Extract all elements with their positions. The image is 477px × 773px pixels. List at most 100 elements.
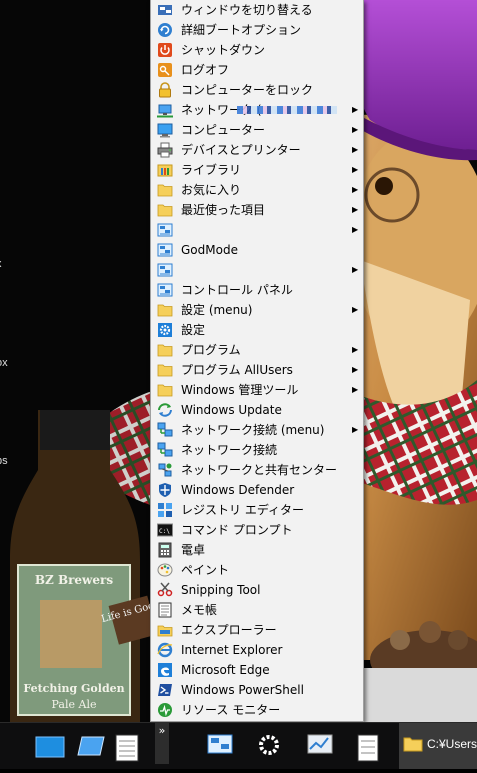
resource-monitor-icon: [158, 703, 172, 717]
menu-item[interactable]: メモ帳: [151, 600, 363, 620]
submenu-arrow-icon: ▶: [352, 105, 359, 114]
cmd-icon: C:\: [157, 523, 173, 537]
control-panel-icon: [157, 243, 173, 257]
menu-item[interactable]: Internet Explorer: [151, 640, 363, 660]
menu-item[interactable]: エクスプローラー: [151, 620, 363, 640]
menu-item[interactable]: ▶: [151, 220, 363, 240]
folder-icon: [157, 384, 173, 397]
submenu-arrow-icon: ▶: [352, 385, 359, 394]
menu-item-label: ネットワーク接続 (menu): [181, 423, 325, 437]
menu-item[interactable]: ネットワーク接続 (menu) ▶: [151, 420, 363, 440]
taskbar: C:¥Users¥: [0, 722, 477, 769]
taskbar-settings-button[interactable]: [250, 723, 288, 769]
overflow-chevron-icon: »: [158, 724, 166, 737]
notepad-icon: [158, 602, 172, 618]
menu-item-label: コントロール パネル: [181, 283, 293, 297]
menu-item[interactable]: プログラム ▶: [151, 340, 363, 360]
menu-item[interactable]: ネットワークと共有センター: [151, 460, 363, 480]
menu-item[interactable]: 電卓: [151, 540, 363, 560]
control-panel-icon: [207, 734, 233, 754]
resource-monitor-icon: [307, 734, 333, 754]
menu-item-label: 最近使った項目: [181, 203, 266, 217]
folder-icon: [157, 364, 173, 377]
submenu-arrow-icon: ▶: [352, 265, 359, 274]
taskbar-overflow-button[interactable]: »: [155, 722, 169, 764]
menu-item[interactable]: ネットワーク接続: [151, 440, 363, 460]
network-connections-icon: [157, 422, 173, 437]
windows-update-icon: [158, 403, 172, 417]
menu-item[interactable]: リソース モニター: [151, 700, 363, 720]
taskbar-window-button[interactable]: [70, 723, 110, 769]
menu-item[interactable]: ライブラリ ▶: [151, 160, 363, 180]
menu-item[interactable]: コンピューターをロック: [151, 80, 363, 100]
menu-item[interactable]: ウィンドウを切り替える: [151, 0, 363, 20]
folder-icon: [157, 304, 173, 317]
folder-icon: [157, 204, 173, 217]
taskbar-notepad2-button[interactable]: [350, 723, 386, 769]
menu-item[interactable]: コントロール パネル: [151, 280, 363, 300]
menu-item[interactable]: Windows 管理ツール ▶: [151, 380, 363, 400]
menu-item-label: Windows 管理ツール: [181, 383, 299, 397]
menu-item-label: ライブラリ: [181, 163, 242, 177]
menu-item[interactable]: Windows PowerShell: [151, 680, 363, 700]
menu-item-label: シャットダウン: [181, 43, 266, 57]
menu-item[interactable]: GodMode: [151, 240, 363, 260]
menu-item[interactable]: ▶: [151, 260, 363, 280]
redacted-network-name: [237, 106, 337, 114]
printer-icon: [157, 142, 173, 158]
submenu-arrow-icon: ▶: [352, 365, 359, 374]
refresh-icon: [158, 23, 172, 37]
menu-item[interactable]: コンピューター ▶: [151, 120, 363, 140]
menu-item-label: ペイント: [181, 563, 230, 577]
menu-item-label: Internet Explorer: [181, 643, 283, 657]
lock-icon: [159, 82, 171, 98]
ie-icon: [157, 642, 173, 658]
network-icon: [157, 104, 173, 118]
menu-item[interactable]: Windows Update: [151, 400, 363, 420]
menu-item[interactable]: デバイスとプリンター ▶: [151, 140, 363, 160]
taskbar-resource-monitor-button[interactable]: [300, 723, 340, 769]
calculator-icon: [158, 542, 172, 558]
desktop-icon-label-2: ox: [0, 357, 8, 369]
control-panel-icon: [157, 283, 173, 297]
menu-item[interactable]: 設定: [151, 320, 363, 340]
taskbar-desktop-button[interactable]: [30, 723, 70, 769]
sharing-center-icon: [158, 463, 172, 477]
edge-icon: [158, 663, 172, 677]
menu-item[interactable]: ペイント: [151, 560, 363, 580]
svg-text:C:\: C:\: [159, 528, 170, 535]
bottle-brand: BZ Brewers: [35, 573, 113, 587]
menu-item[interactable]: シャットダウン: [151, 40, 363, 60]
library-icon: [157, 164, 173, 177]
menu-item-label: 設定: [181, 323, 206, 337]
taskbar-control-panel-button[interactable]: [200, 723, 240, 769]
menu-item-label: 詳細ブートオプション: [181, 23, 302, 37]
logoff-icon: [158, 63, 172, 77]
submenu-arrow-icon: ▶: [352, 425, 359, 434]
menu-item[interactable]: お気に入り ▶: [151, 180, 363, 200]
menu-item-label: 電卓: [181, 543, 206, 557]
menu-item[interactable]: Microsoft Edge: [151, 660, 363, 680]
menu-item[interactable]: 詳細ブートオプション: [151, 20, 363, 40]
submenu-arrow-icon: ▶: [352, 125, 359, 134]
power-icon: [158, 43, 172, 57]
computer-icon: [157, 123, 173, 138]
menu-item-label: コンピューターをロック: [181, 83, 314, 97]
menu-item[interactable]: 最近使った項目 ▶: [151, 200, 363, 220]
menu-item[interactable]: C:\ コマンド プロンプト: [151, 520, 363, 540]
taskbar-notepad-button[interactable]: [110, 723, 146, 769]
menu-item[interactable]: プログラム AllUsers ▶: [151, 360, 363, 380]
bottle-name: Fetching Golden: [23, 682, 124, 695]
desktop-icon: [35, 736, 65, 758]
menu-item[interactable]: Snipping Tool: [151, 580, 363, 600]
taskbar-explorer-window[interactable]: C:¥Users¥: [399, 723, 477, 769]
menu-item[interactable]: 設定 (menu) ▶: [151, 300, 363, 320]
scissors-icon: [157, 582, 173, 597]
menu-item[interactable]: レジストリ エディター: [151, 500, 363, 520]
folder-icon: [157, 344, 173, 357]
powershell-icon: [158, 684, 172, 696]
menu-item[interactable]: ログオフ: [151, 60, 363, 80]
menu-item[interactable]: Windows Defender: [151, 480, 363, 500]
control-panel-icon: [157, 263, 173, 277]
menu-item-label: ウィンドウを切り替える: [181, 3, 313, 17]
